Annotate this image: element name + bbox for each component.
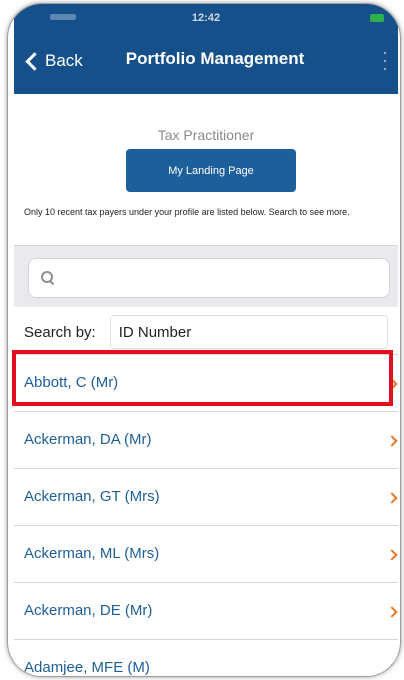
list-item[interactable]: Abbott, C (Mr) bbox=[14, 354, 398, 411]
list-item[interactable]: Ackerman, DA (Mr) bbox=[14, 411, 398, 468]
taxpayer-name: Ackerman, GT (Mrs) bbox=[24, 488, 160, 505]
taxpayer-name: Ackerman, DA (Mr) bbox=[24, 431, 152, 448]
chevron-right-icon bbox=[386, 663, 398, 675]
chevron-right-icon bbox=[386, 378, 398, 390]
search-by-label: Search by: bbox=[24, 323, 96, 341]
list-item[interactable]: Adamjee, MFE (M) bbox=[14, 639, 398, 676]
list-item[interactable]: Ackerman, GT (Mrs) bbox=[14, 468, 398, 525]
phone-frame: 12:42 Back Portfolio Management Tax Prac… bbox=[8, 4, 400, 676]
list-item[interactable]: Ackerman, DE (Mr) bbox=[14, 582, 398, 639]
search-by-row: Search by: ID Number bbox=[24, 314, 396, 350]
app-screen: 12:42 Back Portfolio Management Tax Prac… bbox=[14, 4, 398, 676]
search-by-select[interactable]: ID Number bbox=[109, 315, 388, 349]
taxpayer-name: Adamjee, MFE (M) bbox=[24, 659, 150, 676]
my-landing-page-button[interactable]: My Landing Page bbox=[126, 149, 296, 192]
role-label: Tax Practitioner bbox=[157, 127, 255, 143]
search-box[interactable] bbox=[28, 258, 390, 298]
battery-icon bbox=[370, 14, 384, 22]
main-content: Tax Practitioner My Landing Page Only 10… bbox=[14, 94, 398, 676]
search-bar-container bbox=[14, 245, 398, 307]
taxpayer-name: Ackerman, DE (Mr) bbox=[24, 602, 153, 619]
info-text: Only 10 recent tax payers under your pro… bbox=[24, 207, 350, 217]
status-time: 12:42 bbox=[191, 12, 221, 24]
taxpayer-list: Abbott, C (Mr) Ackerman, DA (Mr) Ackerma… bbox=[14, 354, 398, 676]
list-item[interactable]: Ackerman, ML (Mrs) bbox=[14, 525, 398, 582]
taxpayer-name: Ackerman, ML (Mrs) bbox=[24, 545, 160, 562]
chevron-right-icon bbox=[386, 606, 398, 618]
nav-bar: Back Portfolio Management bbox=[14, 30, 398, 94]
search-icon bbox=[41, 271, 55, 285]
chevron-right-icon bbox=[386, 492, 398, 504]
status-bar: 12:42 bbox=[14, 4, 398, 30]
taxpayer-name: Abbott, C (Mr) bbox=[24, 374, 119, 391]
page-title: Portfolio Management bbox=[125, 49, 305, 68]
search-input[interactable] bbox=[63, 263, 383, 293]
chevron-right-icon bbox=[386, 549, 398, 561]
chevron-right-icon bbox=[386, 435, 398, 447]
more-options-icon[interactable] bbox=[382, 52, 388, 70]
